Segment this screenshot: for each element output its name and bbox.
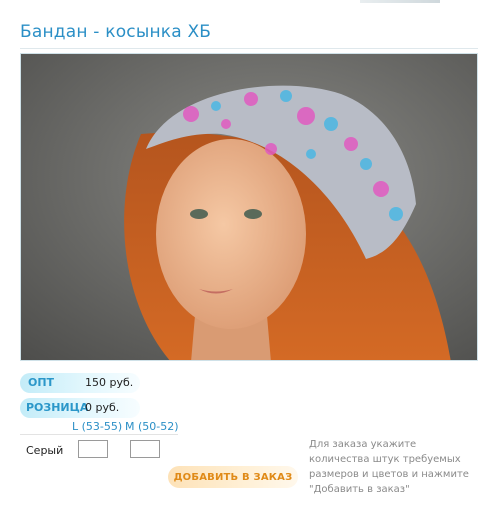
header-edge	[360, 0, 440, 3]
wholesale-price-value: 150 руб.	[85, 376, 134, 389]
size-header-l: L (53-55)	[72, 420, 123, 433]
add-to-order-button[interactable]: ДОБАВИТЬ В ЗАКАЗ	[168, 466, 298, 488]
retail-price-label: РОЗНИЦА	[26, 401, 89, 414]
product-card: Бандан - косынка ХБ ОПТ 150 руб. РОЗНИЦА…	[0, 0, 478, 508]
product-title: Бандан - косынка ХБ	[20, 22, 212, 42]
qty-input-l[interactable]	[78, 440, 108, 458]
wholesale-price-label: ОПТ	[28, 376, 55, 389]
size-divider	[20, 434, 178, 435]
qty-input-m[interactable]	[130, 440, 160, 458]
retail-price-pill: РОЗНИЦА 0 руб.	[20, 398, 140, 418]
size-header-m: M (50-52)	[125, 420, 179, 433]
color-name: Серый	[26, 444, 64, 457]
product-photo[interactable]	[20, 53, 478, 361]
order-hint: Для заказа укажите количества штук требу…	[309, 439, 469, 495]
wholesale-price-pill: ОПТ 150 руб.	[20, 373, 140, 393]
retail-price-value: 0 руб.	[85, 401, 120, 414]
title-divider	[20, 48, 478, 49]
